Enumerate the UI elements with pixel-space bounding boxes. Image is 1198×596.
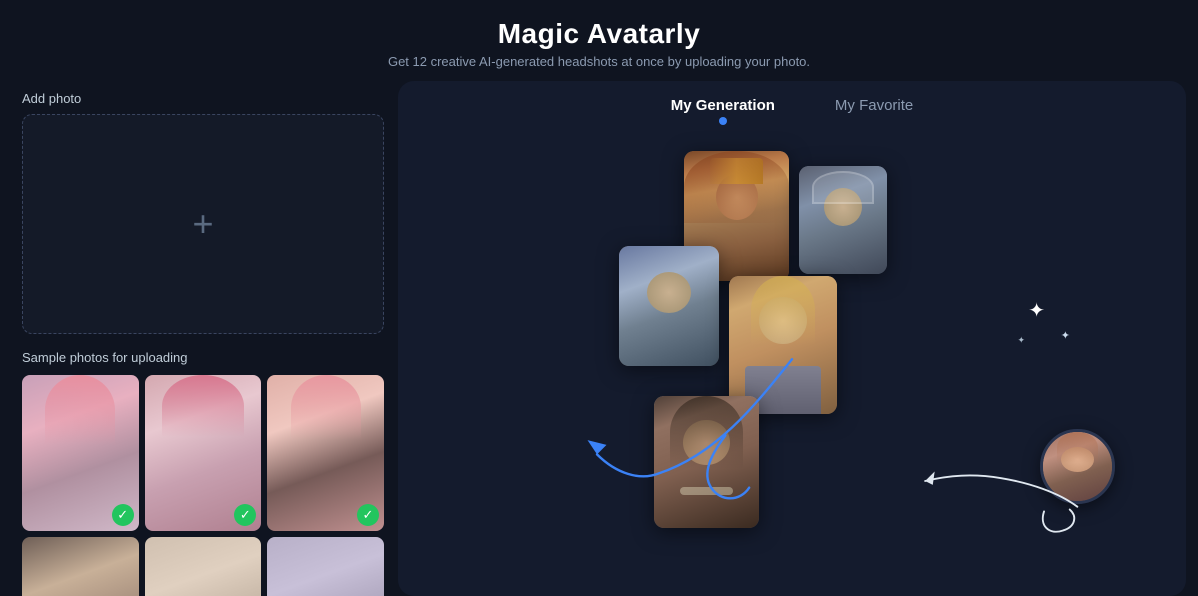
sample-thumb-3[interactable]: ✓ xyxy=(267,375,384,531)
sparkle-2: ✦ xyxy=(1061,331,1070,342)
sample-thumb-6[interactable] xyxy=(267,537,384,596)
portrait-card-3[interactable] xyxy=(619,246,719,366)
circle-avatar[interactable] xyxy=(1040,429,1115,504)
tab-my-generation-label: My Generation xyxy=(671,97,775,114)
sample-thumb-2[interactable]: ✓ xyxy=(145,375,262,531)
portrait-card-5[interactable] xyxy=(654,396,759,528)
sample-label: Sample photos for uploading xyxy=(22,350,384,365)
add-photo-label: Add photo xyxy=(22,91,384,106)
portrait-card-4[interactable] xyxy=(729,276,837,414)
sample-thumb-1[interactable]: ✓ xyxy=(22,375,139,531)
right-panel: My Generation My Favorite xyxy=(398,81,1186,596)
check-badge-1: ✓ xyxy=(112,504,134,526)
sparkle-1: ✦ xyxy=(1028,301,1045,321)
sample-thumb-4[interactable] xyxy=(22,537,139,596)
header: Magic Avatarly Get 12 creative AI-genera… xyxy=(0,0,1198,81)
portrait-card-2[interactable] xyxy=(799,166,887,274)
app-title: Magic Avatarly xyxy=(0,18,1198,50)
upload-plus-icon: + xyxy=(192,206,213,242)
images-scene: ✦ ✦ ✦ xyxy=(414,131,1170,559)
left-panel: Add photo + Sample photos for uploading … xyxy=(8,81,398,596)
check-badge-3: ✓ xyxy=(357,504,379,526)
sample-thumb-5[interactable] xyxy=(145,537,262,596)
sparkle-3: ✦ xyxy=(1017,336,1025,345)
check-badge-2: ✓ xyxy=(234,504,256,526)
app-subtitle: Get 12 creative AI-generated headshots a… xyxy=(0,54,1198,69)
upload-box[interactable]: + xyxy=(22,114,384,334)
sample-grid: ✓ ✓ ✓ xyxy=(22,375,384,596)
tab-my-favorite[interactable]: My Favorite xyxy=(835,97,913,131)
tab-active-dot xyxy=(719,117,727,125)
main-layout: Add photo + Sample photos for uploading … xyxy=(0,81,1198,596)
tab-my-generation[interactable]: My Generation xyxy=(671,97,775,131)
tabs-row: My Generation My Favorite xyxy=(414,97,1170,131)
tab-my-favorite-label: My Favorite xyxy=(835,97,913,114)
